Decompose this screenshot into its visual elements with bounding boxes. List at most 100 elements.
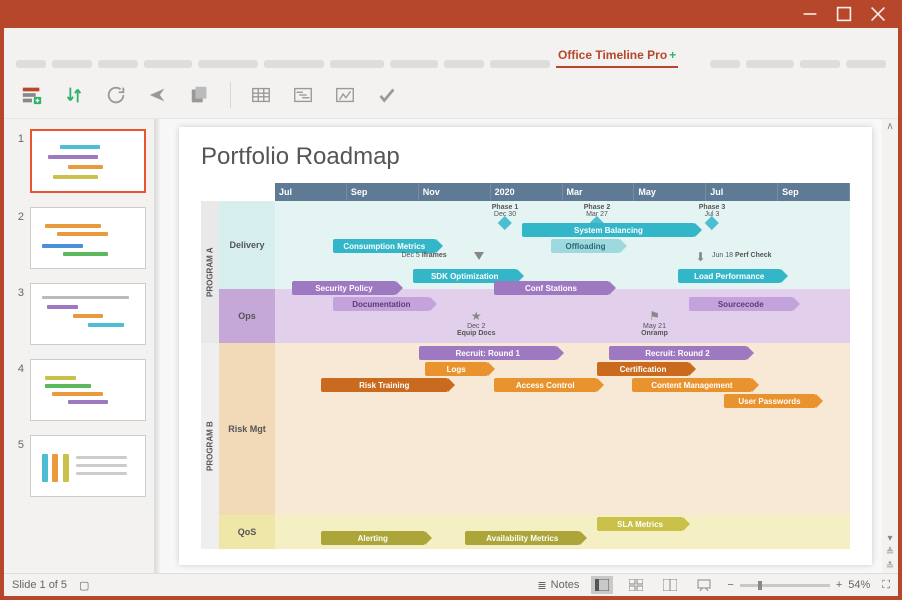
fit-icon[interactable]: ⛶ bbox=[882, 579, 890, 592]
flag-icon: ⚑ bbox=[641, 309, 668, 323]
tab-placeholder[interactable] bbox=[52, 60, 92, 68]
zoom-out-icon[interactable]: − bbox=[727, 579, 733, 591]
month-label: Sep bbox=[347, 183, 419, 201]
milestone-date: Dec 2 bbox=[457, 323, 496, 330]
zoom-control[interactable]: − + 54% bbox=[727, 579, 870, 591]
notes-icon: ≣ bbox=[537, 579, 546, 592]
task-label: Risk Training bbox=[359, 381, 409, 390]
arrow-icon: ⬇ bbox=[695, 250, 705, 264]
tab-placeholder[interactable] bbox=[846, 60, 886, 68]
vertical-scrollbar[interactable]: ∧ ▾ ≜ ≛ bbox=[882, 119, 898, 573]
month-label: Nov bbox=[419, 183, 491, 201]
slide-canvas[interactable]: Portfolio Roadmap Jul Sep Nov 2020 Mar M… bbox=[179, 127, 872, 565]
tab-placeholder[interactable] bbox=[746, 60, 794, 68]
reading-view-button[interactable] bbox=[659, 576, 681, 594]
slide-title: Portfolio Roadmap bbox=[179, 127, 872, 179]
month-label: Jul bbox=[275, 183, 347, 201]
new-timeline-button[interactable] bbox=[20, 83, 44, 107]
task-label: Load Performance bbox=[694, 272, 764, 281]
accept-button[interactable] bbox=[375, 83, 399, 107]
gantt-button[interactable] bbox=[291, 83, 315, 107]
sync-button[interactable] bbox=[104, 83, 128, 107]
slide-thumbnails: 1 2 3 bbox=[4, 119, 154, 573]
zoom-in-icon[interactable]: + bbox=[836, 579, 842, 591]
tab-placeholder[interactable] bbox=[98, 60, 138, 68]
plus-icon: + bbox=[669, 48, 676, 62]
tab-placeholder[interactable] bbox=[710, 60, 740, 68]
task-label: Alerting bbox=[358, 534, 388, 543]
scroll-down-icon[interactable]: ▾ bbox=[887, 531, 892, 545]
slide-stage: Portfolio Roadmap Jul Sep Nov 2020 Mar M… bbox=[154, 119, 898, 573]
milestone-label: Equip Docs bbox=[457, 330, 496, 337]
zoom-slider[interactable] bbox=[740, 584, 830, 587]
milestone-date: May 21 bbox=[641, 323, 668, 330]
thumb-number: 3 bbox=[12, 283, 24, 345]
sort-button[interactable] bbox=[62, 83, 86, 107]
close-button[interactable] bbox=[870, 6, 886, 22]
spellcheck-icon[interactable]: ▢ bbox=[79, 579, 89, 592]
task-label: Logs bbox=[447, 365, 466, 374]
phase-label: Phase 1 bbox=[492, 204, 518, 211]
toolbar bbox=[4, 68, 898, 119]
task-label: User Passwords bbox=[738, 397, 800, 406]
tab-office-timeline[interactable]: Office Timeline Pro+ bbox=[556, 46, 678, 68]
milestone-label: Perf Check bbox=[735, 252, 772, 259]
tab-placeholder[interactable] bbox=[264, 60, 324, 68]
task-label: Recruit: Round 2 bbox=[645, 349, 709, 358]
month-label: Mar bbox=[563, 183, 635, 201]
separator bbox=[230, 82, 231, 108]
task-label: Conf Stations bbox=[525, 284, 577, 293]
tab-placeholder[interactable] bbox=[198, 60, 258, 68]
tab-placeholder[interactable] bbox=[444, 60, 484, 68]
copy-button[interactable] bbox=[188, 83, 212, 107]
zoom-value: 54% bbox=[848, 579, 870, 591]
thumb-number: 1 bbox=[12, 129, 24, 193]
table-button[interactable] bbox=[249, 83, 273, 107]
task-label: Sourcecode bbox=[718, 300, 764, 309]
task-label: Offloading bbox=[566, 242, 606, 251]
style-button[interactable] bbox=[333, 83, 357, 107]
task-label: SLA Metrics bbox=[617, 520, 663, 529]
tab-placeholder[interactable] bbox=[144, 60, 192, 68]
milestone-date: Dec 5 bbox=[402, 252, 420, 259]
share-button[interactable] bbox=[146, 83, 170, 107]
milestone-label: Iframes bbox=[422, 252, 447, 259]
swimlane-label: Ops bbox=[219, 289, 275, 343]
thumb-number: 4 bbox=[12, 359, 24, 421]
month-label: 2020 bbox=[491, 183, 563, 201]
prev-slide-icon[interactable]: ≜ bbox=[886, 545, 894, 559]
minimize-button[interactable] bbox=[802, 6, 818, 22]
triangle-icon bbox=[474, 252, 484, 260]
swimlane-label: Delivery bbox=[219, 201, 275, 289]
program-label: PROGRAM B bbox=[201, 343, 219, 549]
thumb-number: 2 bbox=[12, 207, 24, 269]
slide-thumb-2[interactable] bbox=[30, 207, 146, 269]
ribbon: Office Timeline Pro+ 1 bbox=[4, 28, 898, 596]
diamond-icon bbox=[498, 216, 512, 230]
tab-placeholder[interactable] bbox=[16, 60, 46, 68]
slide-thumb-5[interactable] bbox=[30, 435, 146, 497]
task-label: SDK Optimization bbox=[431, 272, 499, 281]
normal-view-button[interactable] bbox=[591, 576, 613, 594]
tab-placeholder[interactable] bbox=[800, 60, 840, 68]
notes-button[interactable]: ≣Notes bbox=[537, 579, 579, 592]
swimlane-label: Risk Mgt bbox=[219, 343, 275, 515]
slideshow-button[interactable] bbox=[693, 576, 715, 594]
month-label: Jul bbox=[706, 183, 778, 201]
slide-thumb-4[interactable] bbox=[30, 359, 146, 421]
titlebar bbox=[0, 0, 902, 28]
sorter-view-button[interactable] bbox=[625, 576, 647, 594]
scroll-up-icon[interactable]: ∧ bbox=[886, 119, 893, 133]
next-slide-icon[interactable]: ≛ bbox=[886, 559, 894, 573]
tab-placeholder[interactable] bbox=[330, 60, 384, 68]
star-icon: ★ bbox=[457, 309, 496, 323]
program-label: PROGRAM A bbox=[201, 201, 219, 343]
slide-thumb-1[interactable] bbox=[30, 129, 146, 193]
tab-placeholder[interactable] bbox=[490, 60, 550, 68]
maximize-button[interactable] bbox=[836, 6, 852, 22]
tab-placeholder[interactable] bbox=[390, 60, 438, 68]
month-label: Sep bbox=[778, 183, 850, 201]
slide-thumb-3[interactable] bbox=[30, 283, 146, 345]
task-label: Consumption Metrics bbox=[343, 242, 425, 251]
thumb-number: 5 bbox=[12, 435, 24, 497]
